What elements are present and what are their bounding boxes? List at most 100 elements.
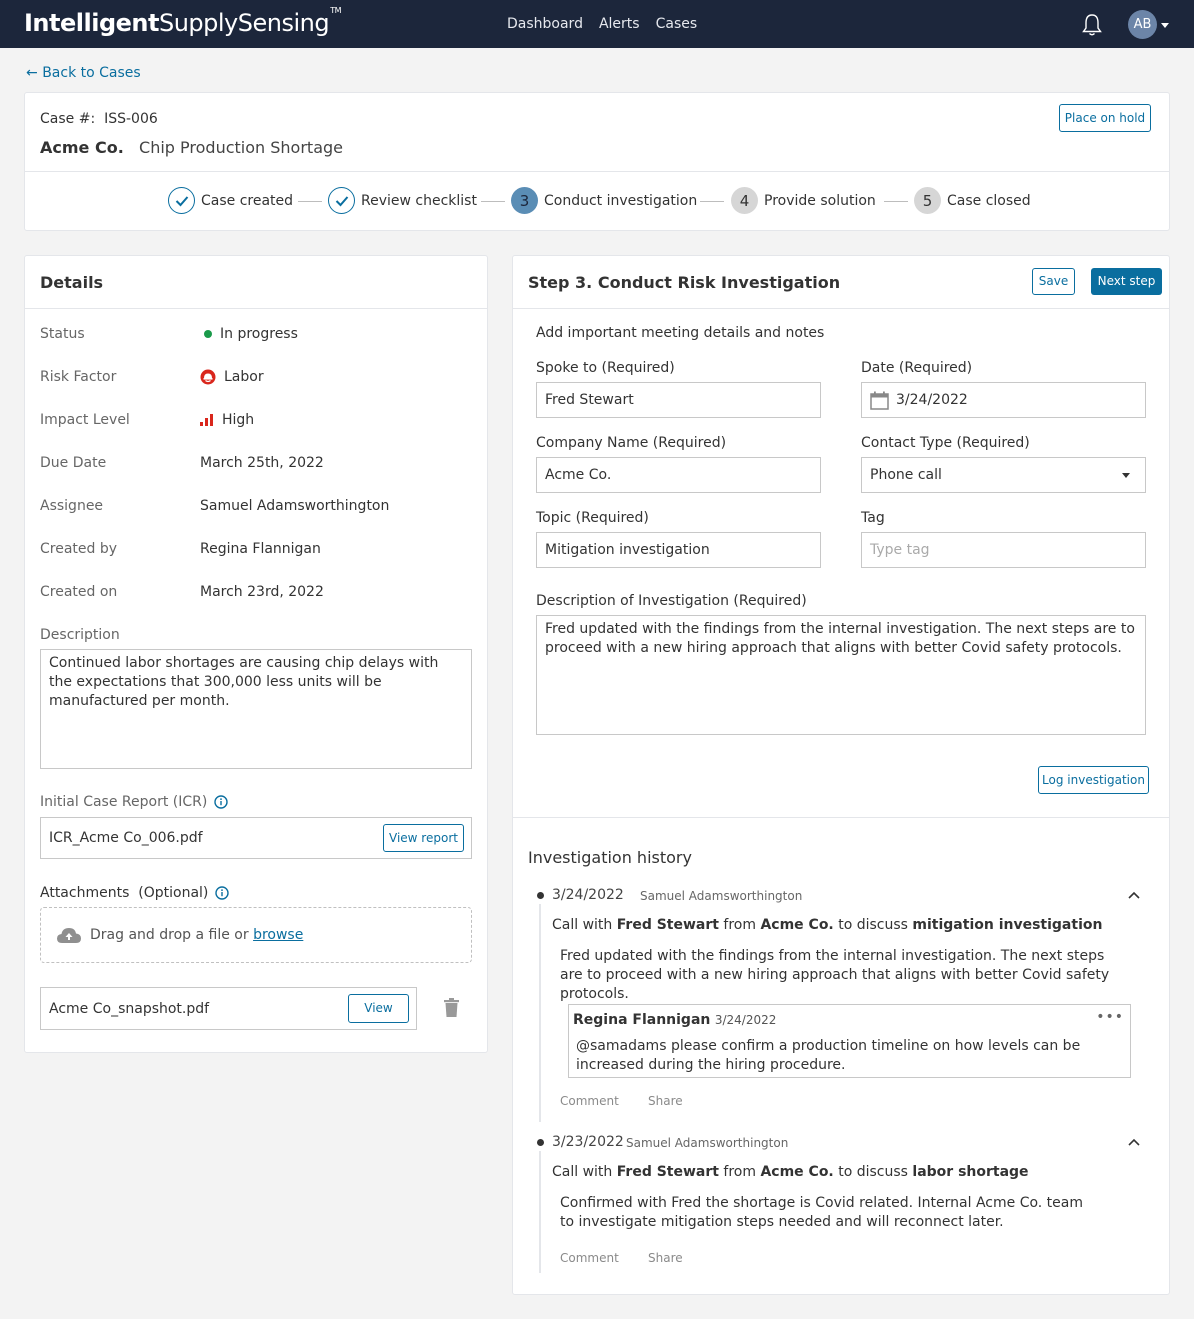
case-title-text: Chip Production Shortage (139, 138, 343, 157)
back-link-label: Back to Cases (42, 65, 141, 81)
attachment-file-name: Acme Co_snapshot.pdf (49, 1000, 210, 1017)
trash-icon[interactable] (444, 998, 459, 1017)
step-conduct-investigation: 3 Conduct investigation (511, 187, 697, 214)
comment-header: Regina Flannigan 3/24/2022 (573, 1012, 776, 1028)
step-number-badge: 4 (731, 187, 758, 214)
back-to-cases-link[interactable]: ← Back to Cases (26, 65, 141, 81)
contact-type-select[interactable]: Phone call (861, 457, 1146, 493)
entry-body: Confirmed with Fred the shortage is Covi… (560, 1195, 1084, 1230)
next-step-button[interactable]: Next step (1091, 268, 1162, 295)
comment-action[interactable]: Comment (560, 1094, 619, 1108)
contact-type-label: Contact Type (Required) (861, 435, 1030, 451)
attachments-label: Attachments (Optional) (40, 885, 230, 901)
contact-type-value: Phone call (870, 467, 942, 483)
step-label: Review checklist (361, 192, 477, 209)
calendar-icon[interactable] (870, 391, 889, 410)
entry-summary: Call with Fred Stewart from Acme Co. to … (552, 1164, 1029, 1180)
created-by-value: Regina Flannigan (200, 541, 321, 557)
step-provide-solution: 4 Provide solution (731, 187, 876, 214)
impact-level-label: Impact Level (40, 412, 130, 428)
comment-date: 3/24/2022 (714, 1013, 777, 1027)
comment-text: @samadams please confirm a production ti… (576, 1038, 1081, 1073)
summary-topic: labor shortage (912, 1164, 1029, 1180)
brand-bold: Intelligent (24, 9, 159, 37)
save-button[interactable]: Save (1032, 268, 1075, 295)
file-dropzone[interactable]: Drag and drop a file or browse (40, 907, 472, 963)
info-icon[interactable] (214, 795, 229, 809)
view-report-button[interactable]: View report (383, 824, 464, 852)
status-label: Status (40, 326, 85, 342)
check-circle-icon (168, 187, 195, 214)
spoke-to-input[interactable]: Fred Stewart (536, 382, 821, 418)
step-label: Conduct investigation (544, 192, 698, 209)
step-label: Case created (201, 192, 294, 209)
step-connector (700, 201, 724, 202)
icr-file-name: ICR_Acme Co_006.pdf (49, 830, 203, 846)
user-avatar[interactable]: AB (1128, 10, 1157, 39)
details-card: Details Status In progress Risk Factor L… (24, 255, 488, 1053)
entry-body: Fred updated with the findings from the … (560, 948, 1110, 1002)
details-divider (25, 308, 487, 309)
summary-text: from (718, 917, 761, 933)
chevron-up-icon[interactable] (1128, 891, 1140, 899)
brand-logo[interactable]: IntelligentSupplySensing TM (24, 6, 342, 37)
history-divider (513, 817, 1169, 818)
tag-input[interactable]: Type tag (861, 532, 1146, 568)
check-circle-icon (328, 187, 355, 214)
comment-action[interactable]: Comment (560, 1251, 619, 1265)
investigation-divider (513, 308, 1169, 309)
summary-person: Fred Stewart (616, 1164, 719, 1180)
user-menu-caret-icon[interactable] (1161, 23, 1169, 28)
nav-dashboard[interactable]: Dashboard (507, 16, 583, 32)
investigation-card: Step 3. Conduct Risk Investigation Save … (512, 255, 1170, 1295)
topic-input[interactable]: Mitigation investigation (536, 532, 821, 568)
due-date-label: Due Date (40, 455, 107, 471)
company-name-input[interactable]: Acme Co. (536, 457, 821, 493)
company-name-value: Acme Co. (545, 467, 612, 483)
arrow-left-icon: ← (26, 65, 38, 81)
step-case-closed: 5 Case closed (914, 187, 1031, 214)
icr-label: Initial Case Report (ICR) (40, 794, 229, 810)
nav-cases[interactable]: Cases (656, 16, 698, 32)
description-textarea[interactable]: Continued labor shortages are causing ch… (40, 649, 472, 769)
summary-text: to discuss (833, 1164, 913, 1180)
chevron-up-icon[interactable] (1128, 1138, 1140, 1146)
entry-author: Samuel Adamsworthington (626, 1136, 789, 1150)
due-date-value: March 25th, 2022 (200, 455, 324, 471)
share-action[interactable]: Share (648, 1094, 683, 1108)
info-icon[interactable] (215, 886, 230, 900)
more-options-icon[interactable]: ••• (1096, 1009, 1124, 1025)
nav-alerts[interactable]: Alerts (599, 16, 640, 32)
entry-author: Samuel Adamsworthington (640, 889, 803, 903)
share-action[interactable]: Share (648, 1251, 683, 1265)
dropzone-prompt: Drag and drop a file or (90, 927, 254, 943)
summary-text: Call with (552, 917, 617, 933)
summary-company: Acme Co. (760, 1164, 834, 1180)
timeline-line (539, 1151, 541, 1273)
spoke-to-value: Fred Stewart (545, 392, 634, 408)
log-investigation-button[interactable]: Log investigation (1038, 766, 1149, 794)
case-number-value: ISS-006 (104, 111, 158, 127)
assignee-value: Samuel Adamsworthington (200, 498, 390, 514)
tag-placeholder: Type tag (870, 542, 930, 558)
notification-bell-icon[interactable] (1081, 13, 1103, 37)
description-text: Continued labor shortages are causing ch… (49, 655, 439, 709)
browse-link[interactable]: browse (253, 927, 303, 943)
investigation-description-textarea[interactable]: Fred updated with the findings from the … (536, 615, 1146, 735)
labor-hardhat-icon (200, 369, 216, 385)
topic-value: Mitigation investigation (545, 542, 710, 558)
risk-factor-label: Risk Factor (40, 369, 117, 385)
date-input[interactable]: 3/24/2022 (861, 382, 1146, 418)
signal-bars-icon (200, 414, 213, 426)
top-navbar: IntelligentSupplySensing TM Dashboard Ale… (0, 0, 1194, 48)
view-attachment-button[interactable]: View (348, 994, 409, 1023)
assignee-label: Assignee (40, 498, 104, 514)
step-connector (884, 201, 908, 202)
step-review-checklist: Review checklist (328, 187, 477, 214)
investigation-description-text: Fred updated with the findings from the … (545, 621, 1135, 656)
cloud-upload-icon (57, 928, 81, 943)
dropzone-text: Drag and drop a file or browse (90, 927, 303, 943)
summary-topic: mitigation investigation (912, 917, 1103, 933)
case-company: Acme Co. (40, 138, 124, 157)
place-on-hold-button[interactable]: Place on hold (1059, 104, 1151, 132)
